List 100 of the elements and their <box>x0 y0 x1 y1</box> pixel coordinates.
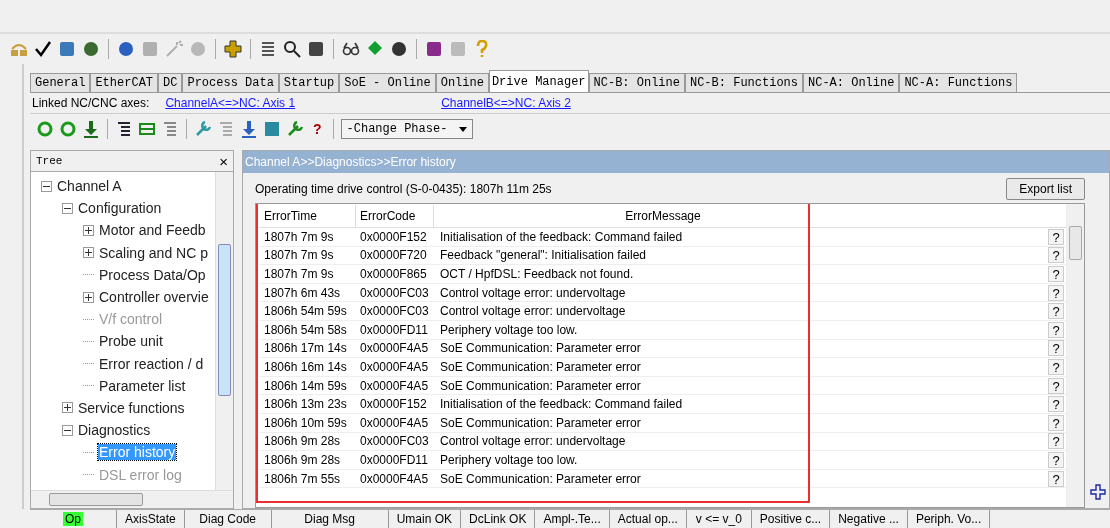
table-cell-text: Control voltage error: undervoltage <box>439 434 627 449</box>
tab[interactable]: NC-A: Functions <box>899 73 1018 92</box>
help-button[interactable]: ? <box>1048 340 1064 357</box>
table-cell-text: Periphery voltage too low. <box>439 452 579 467</box>
tree-item[interactable]: Controller overvie <box>98 289 210 306</box>
table-cell-text: 0x0000F720 <box>359 248 428 263</box>
help-button[interactable]: ? <box>1048 396 1064 413</box>
help-button[interactable]: ? <box>1048 377 1064 394</box>
diamond-icon[interactable] <box>366 40 384 58</box>
tree-item[interactable]: Motor and Feedb <box>98 222 207 239</box>
table-cell-text: 1806h 7m 55s <box>263 471 342 486</box>
tab[interactable]: SoE - Online <box>339 73 436 92</box>
table-cell-text: SoE Communication: Parameter error <box>439 415 642 430</box>
table-cell-text: Feedback "general": Initialisation failed <box>439 248 647 263</box>
tree-item[interactable]: Scaling and NC p <box>98 244 209 261</box>
help-button[interactable]: ? <box>1048 451 1064 468</box>
column-header[interactable]: ErrorTime <box>259 205 356 227</box>
wrench-icon[interactable] <box>286 120 304 138</box>
table-cell-text: 1806h 9m 28s <box>263 434 342 449</box>
status-field: Periph. Vo... <box>907 510 991 528</box>
glasses-icon[interactable] <box>342 40 360 58</box>
tree-item[interactable]: Diagnostics <box>77 422 152 439</box>
tree-item[interactable]: Parameter list <box>98 377 187 394</box>
status-field: v <= v_0 <box>686 510 752 528</box>
axis-link[interactable]: ChannelB<=>NC: Axis 2 <box>441 96 571 110</box>
table-cell-text: 0x0000FC03 <box>359 304 430 319</box>
table-cell-text: 1806h 17m 14s <box>263 341 348 356</box>
tab[interactable]: General <box>30 73 91 92</box>
status-field: Negative ... <box>830 510 908 528</box>
table-cell-text: 1807h 7m 9s <box>263 229 335 244</box>
close-button[interactable]: × <box>219 152 228 170</box>
help-button[interactable]: ? <box>1048 247 1064 264</box>
status-field: AxisState <box>117 510 185 528</box>
help-button[interactable]: ? <box>1048 321 1064 338</box>
axis-link[interactable]: ChannelA<=>NC: Axis 1 <box>165 96 296 110</box>
column-header[interactable]: ErrorMessage <box>434 205 1066 227</box>
table-cell-text: 1806h 54m 59s <box>263 304 348 319</box>
tree-item[interactable]: Probe unit <box>98 333 164 350</box>
tab[interactable]: NC-A: Online <box>803 73 900 92</box>
tab[interactable]: Startup <box>278 73 340 92</box>
tab[interactable]: Process Data <box>182 73 279 92</box>
table-cell-text: 0x0000FC03 <box>359 285 430 300</box>
status-field: DcLink OK <box>461 510 536 528</box>
tab[interactable]: Drive Manager <box>488 70 589 92</box>
import-icon[interactable] <box>240 120 258 138</box>
status-field: Diag Code <box>184 510 272 528</box>
tab[interactable]: Online <box>435 73 489 92</box>
tab[interactable]: NC-B: Online <box>588 73 685 92</box>
help-button[interactable]: ? <box>1048 303 1064 320</box>
expander-icon[interactable] <box>41 180 52 192</box>
move-icon[interactable] <box>1090 484 1106 500</box>
help-button[interactable]: ? <box>1048 266 1064 282</box>
table-cell-text: 0x0000F4A5 <box>359 471 430 486</box>
expander-icon[interactable] <box>62 402 73 414</box>
phase-dropdown[interactable]: -Change Phase- <box>340 119 473 139</box>
table-cell-text: 0x0000F4A5 <box>359 341 430 356</box>
checkmark-icon[interactable] <box>34 40 52 58</box>
tab[interactable]: NC-B: Functions <box>684 73 803 92</box>
status-field: Umain OK <box>388 510 462 528</box>
export-button[interactable]: Export list <box>1006 178 1085 200</box>
table-cell-text: 1806h 16m 14s <box>263 359 348 374</box>
tab[interactable]: DC <box>158 73 183 92</box>
help-button[interactable]: ? <box>1048 358 1064 375</box>
table-cell-text: SoE Communication: Parameter error <box>439 341 642 356</box>
table-cell-text: 0x0000FC03 <box>359 434 430 449</box>
scrollbar[interactable] <box>31 490 233 508</box>
tab[interactable]: EtherCAT <box>90 73 159 92</box>
panel-view-icon[interactable] <box>138 120 156 138</box>
scrollbar[interactable] <box>1066 204 1084 507</box>
tree-item[interactable]: Error reaction / d <box>98 355 205 372</box>
tree-item[interactable]: Channel A <box>56 178 123 195</box>
tree-item[interactable]: Process Data/Op <box>98 266 207 283</box>
search-icon[interactable] <box>283 40 301 58</box>
scrollbar[interactable] <box>215 172 233 490</box>
table-cell-text: 0x0000F4A5 <box>359 415 430 430</box>
table-cell-text: 1806h 10m 59s <box>263 415 348 430</box>
table-cell-text: 1806h 14m 59s <box>263 378 348 393</box>
caret-icon <box>458 126 467 132</box>
help-button[interactable]: ? <box>309 121 326 137</box>
download-icon[interactable] <box>82 120 100 138</box>
expander-icon[interactable] <box>83 291 94 303</box>
expander-icon[interactable] <box>83 247 94 259</box>
table-cell-text: 1807h 7m 9s <box>263 267 335 281</box>
table-cell-text: 1807h 7m 9s <box>263 248 335 263</box>
column-header[interactable]: ErrorCode <box>356 205 434 227</box>
puzzle-icon[interactable] <box>224 40 242 58</box>
expander-icon[interactable] <box>62 424 73 436</box>
table-cell-text: Periphery voltage too low. <box>439 322 579 337</box>
list-icon[interactable] <box>259 40 277 58</box>
tree-item[interactable]: Configuration <box>77 200 163 217</box>
help-button[interactable]: ? <box>1048 470 1064 487</box>
help-button[interactable]: ? <box>1048 414 1064 431</box>
help-button[interactable]: ? <box>1048 433 1064 450</box>
tree-view-icon[interactable] <box>115 120 133 138</box>
expander-icon[interactable] <box>83 224 94 236</box>
expander-icon[interactable] <box>62 202 73 214</box>
help-button[interactable]: ? <box>1048 284 1064 301</box>
tree-item[interactable]: Service functions <box>77 399 186 416</box>
table-cell-text: 0x0000F152 <box>359 397 428 412</box>
help-button[interactable]: ? <box>1048 228 1064 245</box>
